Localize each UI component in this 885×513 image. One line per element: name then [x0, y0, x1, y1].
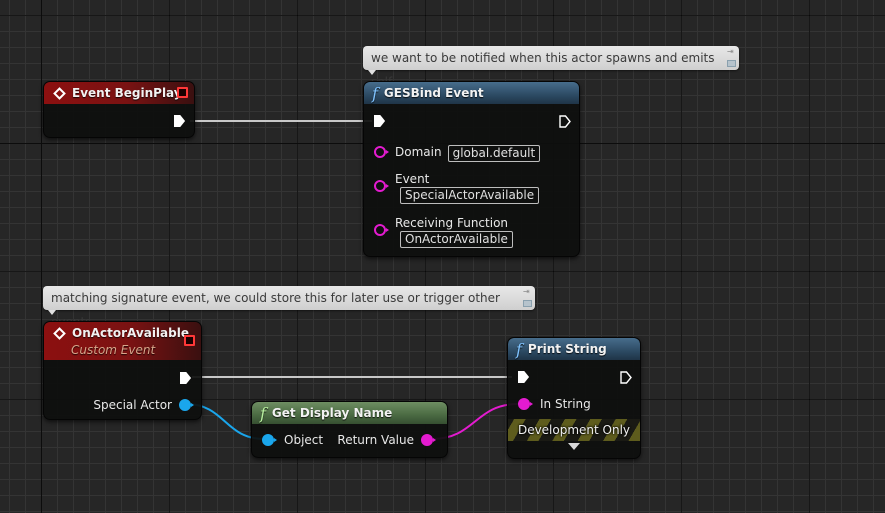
- print-string-node[interactable]: f Print String In String Development Onl…: [507, 337, 641, 459]
- function-icon: f: [516, 339, 522, 359]
- exec-output-pin[interactable]: [174, 115, 185, 127]
- development-only-label: Development Only: [517, 423, 631, 437]
- string-pin-icon[interactable]: [374, 180, 389, 192]
- comment-bubble-toggle-icon[interactable]: [727, 60, 736, 67]
- event-beginplay-node[interactable]: Event BeginPlay: [43, 81, 195, 138]
- function-icon: f: [372, 83, 378, 103]
- pin-label: Object: [284, 433, 324, 447]
- node-title: GESBind Event: [383, 86, 484, 100]
- in-string-pin-row: In String: [518, 397, 591, 411]
- pin-label: Domain: [395, 145, 442, 159]
- gesbind-event-node[interactable]: f GESBind Event Domain global.default Ev…: [363, 81, 580, 257]
- node-title: Get Display Name: [271, 406, 393, 420]
- node-header[interactable]: f Print String: [508, 338, 640, 360]
- node-title: OnActorAvailable: [72, 326, 189, 340]
- object-pin-icon[interactable]: [262, 434, 277, 446]
- receiving-function-input[interactable]: OnActorAvailable: [400, 231, 513, 248]
- node-title: Event BeginPlay: [72, 86, 182, 100]
- node-title: Print String: [527, 342, 607, 356]
- node-header[interactable]: f GESBind Event: [364, 82, 579, 104]
- special-actor-pin-row: Special Actor: [93, 398, 194, 412]
- domain-pin-row: Domain global.default: [374, 142, 541, 162]
- string-pin-icon[interactable]: [421, 434, 436, 446]
- function-icon: f: [260, 403, 266, 423]
- node-subtitle: Custom Event: [71, 343, 156, 357]
- pin-icon[interactable]: ⇥: [523, 288, 532, 296]
- comment-bubble-toggle-icon[interactable]: [523, 300, 532, 307]
- event-pin-row: Event SpecialActorAvailable: [374, 172, 540, 204]
- node-header[interactable]: Event BeginPlay: [44, 82, 194, 104]
- event-input[interactable]: SpecialActorAvailable: [400, 187, 540, 204]
- comment-bubble[interactable]: we want to be notified when this actor s…: [363, 46, 739, 89]
- custom-event-diamond-icon: [53, 327, 66, 340]
- development-only-banner: Development Only: [508, 419, 640, 441]
- event-diamond-icon: [53, 86, 66, 100]
- exec-output-pin[interactable]: [180, 372, 191, 384]
- string-pin-icon[interactable]: [518, 398, 533, 410]
- delegate-pin-icon[interactable]: [184, 335, 195, 346]
- object-pin-icon[interactable]: [179, 399, 194, 411]
- pin-icon[interactable]: ⇥: [727, 48, 736, 56]
- delegate-pin-icon[interactable]: [177, 87, 188, 98]
- pin-label: Receiving Function: [395, 216, 509, 230]
- return-value-pin-row: Return Value: [337, 433, 436, 447]
- string-pin-icon[interactable]: [374, 224, 389, 236]
- pin-label: In String: [540, 397, 591, 411]
- pin-label: Special Actor: [93, 398, 172, 412]
- string-pin-icon[interactable]: [374, 146, 389, 158]
- exec-output-pin[interactable]: [559, 115, 571, 128]
- object-pin-row: Object: [262, 433, 323, 447]
- pin-label: Return Value: [337, 433, 414, 447]
- get-display-name-node[interactable]: f Get Display Name Object Return Value: [251, 401, 448, 458]
- domain-input[interactable]: global.default: [447, 145, 541, 162]
- node-header[interactable]: OnActorAvailable Custom Event: [44, 322, 201, 360]
- receiving-function-pin-row: Receiving Function OnActorAvailable: [374, 216, 513, 248]
- comment-bubble[interactable]: matching signature event, we could store…: [43, 286, 535, 329]
- exec-output-pin[interactable]: [620, 371, 632, 384]
- expand-advanced-arrow-icon[interactable]: [568, 443, 580, 450]
- exec-input-pin[interactable]: [374, 115, 385, 127]
- onactoravailable-custom-event-node[interactable]: OnActorAvailable Custom Event Special Ac…: [43, 321, 202, 420]
- pin-label: Event: [395, 172, 430, 186]
- node-header[interactable]: f Get Display Name: [252, 402, 447, 424]
- exec-input-pin[interactable]: [518, 371, 529, 383]
